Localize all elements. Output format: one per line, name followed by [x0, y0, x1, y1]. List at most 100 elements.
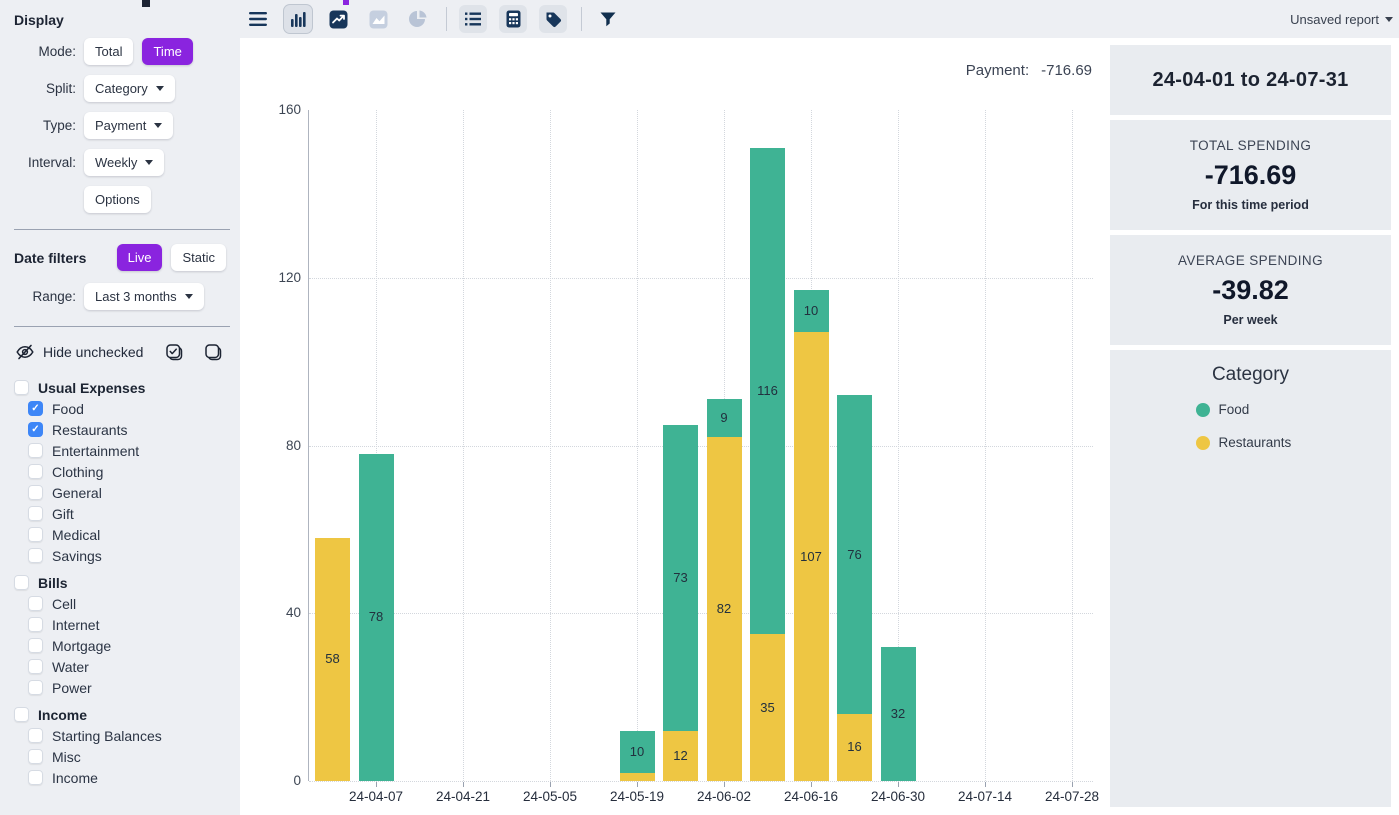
calculator-icon[interactable]: [499, 5, 527, 33]
category-item-row: Misc: [28, 746, 240, 767]
category-item-label: General: [52, 485, 102, 501]
bar-value-label: 32: [881, 706, 916, 722]
select-all-button[interactable]: [163, 341, 185, 363]
tag-icon[interactable]: [539, 5, 567, 33]
toolbar: Unsaved report: [240, 0, 1399, 38]
category-item-checkbox[interactable]: [28, 464, 43, 479]
interval-label: Interval:: [0, 155, 76, 170]
average-spending-value: -39.82: [1212, 275, 1289, 306]
bar-value-label: 10: [620, 744, 655, 760]
category-group-checkbox[interactable]: [14, 707, 29, 722]
chevron-down-icon: [1385, 17, 1393, 22]
bar-value-label: 9: [707, 410, 742, 426]
bar-value-label: 73: [663, 570, 698, 586]
x-axis-tick-label: 24-04-21: [418, 789, 508, 804]
options-button[interactable]: Options: [84, 186, 151, 213]
category-group-label: Usual Expenses: [38, 380, 145, 396]
category-item-row: Gift: [28, 503, 240, 524]
category-group-checkbox[interactable]: [14, 380, 29, 395]
sidebar: Display Mode: Total Time Split: Category…: [0, 0, 240, 815]
summary-column: 24-04-01 to 24-07-31 TOTAL SPENDING -716…: [1110, 45, 1391, 807]
category-item-label: Entertainment: [52, 443, 139, 459]
x-axis-tick-label: 24-06-02: [679, 789, 769, 804]
unsaved-report-menu[interactable]: Unsaved report: [1290, 12, 1393, 27]
type-select[interactable]: Payment: [84, 112, 173, 139]
legend-color-dot: [1196, 436, 1210, 450]
date-filters-row: Date filters Live Static: [0, 244, 240, 271]
total-spending-label: TOTAL SPENDING: [1190, 138, 1312, 153]
category-item-label: Internet: [52, 617, 99, 633]
category-item-checkbox[interactable]: [28, 638, 43, 653]
category-item-checkbox[interactable]: [28, 596, 43, 611]
category-item-checkbox[interactable]: [28, 728, 43, 743]
type-row: Type: Payment: [0, 112, 240, 139]
category-item-checkbox[interactable]: ✓: [28, 422, 43, 437]
category-item-label: Restaurants: [52, 422, 127, 438]
pie-chart-icon[interactable]: [404, 5, 432, 33]
category-item-checkbox[interactable]: ✓: [28, 401, 43, 416]
range-row: Range: Last 3 months: [0, 283, 240, 310]
category-item-checkbox[interactable]: [28, 527, 43, 542]
date-static-button[interactable]: Static: [171, 244, 226, 271]
mode-total-button[interactable]: Total: [84, 38, 133, 65]
x-axis-tick-mark: [724, 782, 725, 787]
category-item-checkbox[interactable]: [28, 659, 43, 674]
date-live-button[interactable]: Live: [117, 244, 163, 271]
x-axis-tick-label: 24-06-16: [766, 789, 856, 804]
toolbar-divider: [446, 7, 447, 31]
x-gridline: [550, 110, 551, 781]
x-axis-tick-mark: [376, 782, 377, 787]
split-label: Split:: [0, 81, 76, 96]
category-item-row: Cell: [28, 593, 240, 614]
category-item-label: Food: [52, 401, 84, 417]
hide-unchecked-toggle[interactable]: Hide unchecked: [0, 341, 240, 363]
range-select[interactable]: Last 3 months: [84, 283, 204, 310]
bar-value-label: 12: [663, 748, 698, 764]
bar-segment-restaurants[interactable]: [620, 773, 655, 781]
category-item-checkbox[interactable]: [28, 617, 43, 632]
y-axis-tick-label: 160: [261, 101, 301, 119]
list-icon[interactable]: [459, 5, 487, 33]
menu-icon[interactable]: [244, 5, 272, 33]
interval-select[interactable]: Weekly: [84, 149, 164, 176]
category-item-label: Starting Balances: [52, 728, 162, 744]
category-item-row: Clothing: [28, 461, 240, 482]
hide-unchecked-label: Hide unchecked: [43, 344, 143, 360]
category-item-checkbox[interactable]: [28, 749, 43, 764]
area-chart-icon[interactable]: [364, 5, 392, 33]
x-axis-tick-mark: [463, 782, 464, 787]
category-item-checkbox[interactable]: [28, 506, 43, 521]
trend-chart-icon[interactable]: [324, 5, 352, 33]
category-item-label: Misc: [52, 749, 81, 765]
split-value: Category: [95, 81, 148, 96]
category-group-row: Bills: [14, 572, 240, 593]
x-axis-tick-mark: [985, 782, 986, 787]
category-item-label: Mortgage: [52, 638, 111, 654]
split-select[interactable]: Category: [84, 75, 175, 102]
category-item-checkbox[interactable]: [28, 485, 43, 500]
mode-time-button[interactable]: Time: [142, 38, 192, 65]
category-item-row: ✓ Restaurants: [28, 419, 240, 440]
bar-value-label: 116: [750, 383, 785, 399]
filter-icon[interactable]: [594, 5, 622, 33]
category-item-checkbox[interactable]: [28, 680, 43, 695]
category-item-label: Power: [52, 680, 92, 696]
category-item-checkbox[interactable]: [28, 443, 43, 458]
x-axis-tick-mark: [637, 782, 638, 787]
bar-chart-icon[interactable]: [284, 5, 312, 33]
category-item-checkbox[interactable]: [28, 770, 43, 785]
average-spending-card: AVERAGE SPENDING -39.82 Per week: [1110, 235, 1391, 345]
average-spending-subtext: Per week: [1223, 313, 1277, 327]
x-axis-tick-mark: [811, 782, 812, 787]
legend-item-label: Restaurants: [1219, 435, 1292, 450]
x-axis-tick-mark: [550, 782, 551, 787]
unsaved-report-label: Unsaved report: [1290, 12, 1379, 27]
x-gridline: [637, 110, 638, 781]
category-group-label: Bills: [38, 575, 68, 591]
category-item-row: ✓ Food: [28, 398, 240, 419]
bar-value-label: 107: [794, 549, 829, 565]
sidebar-divider: [14, 229, 230, 230]
deselect-all-button[interactable]: [202, 341, 224, 363]
category-item-checkbox[interactable]: [28, 548, 43, 563]
category-group-checkbox[interactable]: [14, 575, 29, 590]
